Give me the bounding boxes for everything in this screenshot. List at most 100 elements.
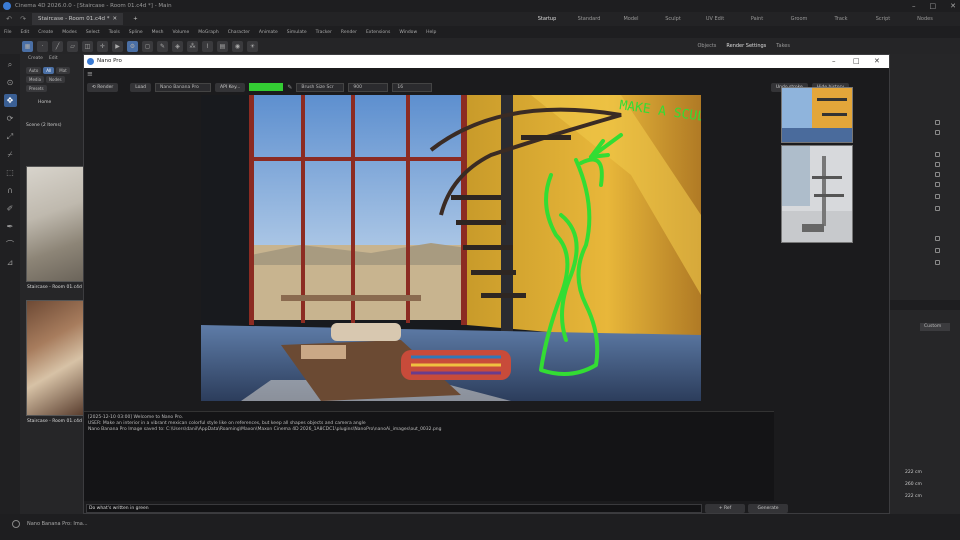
layout-nodes[interactable]: Nodes: [904, 12, 946, 26]
scene-thumbnail[interactable]: [26, 300, 84, 416]
render-button[interactable]: ⟲ Render: [87, 82, 119, 92]
rotate-icon[interactable]: ⟳: [4, 112, 17, 125]
home-link[interactable]: Home: [38, 100, 84, 105]
eyedropper-icon[interactable]: ✎: [287, 84, 292, 91]
api-key-button[interactable]: API Key...: [215, 82, 246, 92]
pen-icon[interactable]: ✎: [157, 40, 168, 52]
extrude-icon[interactable]: ⬚: [4, 166, 17, 179]
asset-create-menu[interactable]: Create: [28, 56, 43, 61]
history-thumbnail[interactable]: [781, 145, 853, 243]
close-button[interactable]: ✕: [950, 2, 956, 10]
menu-render[interactable]: Render: [341, 30, 357, 35]
tab-objects[interactable]: Objects: [698, 43, 717, 49]
render-option-checkbox[interactable]: [935, 182, 940, 187]
brush-size-input[interactable]: 900: [348, 82, 389, 92]
menu-mesh[interactable]: Mesh: [152, 30, 164, 35]
model-select[interactable]: Nano Banana Pro: [155, 82, 212, 92]
render-option-checkbox[interactable]: [935, 152, 940, 157]
cube-icon[interactable]: ◻: [142, 40, 153, 52]
menu-tracker[interactable]: Tracker: [316, 30, 332, 35]
layout-groom[interactable]: Groom: [778, 12, 820, 26]
aspect-input[interactable]: 16: [392, 82, 433, 92]
menu-extensions[interactable]: Extensions: [366, 30, 390, 35]
filter-presets[interactable]: Presets: [26, 85, 47, 92]
measure-icon[interactable]: ⊿: [4, 256, 17, 269]
tab-takes[interactable]: Takes: [776, 43, 790, 49]
filter-materials[interactable]: Mat: [56, 67, 70, 74]
spline-pen-icon[interactable]: ✒: [4, 220, 17, 233]
render-option-checkbox[interactable]: [935, 130, 940, 135]
edges-mode-icon[interactable]: ╱: [52, 40, 63, 52]
dimension-value[interactable]: 222 cm: [905, 470, 922, 475]
filter-nodes[interactable]: Nodes: [46, 76, 65, 83]
render-option-checkbox[interactable]: [935, 248, 940, 253]
dialog-maximize-button[interactable]: □: [853, 57, 860, 65]
hamburger-menu-icon[interactable]: ≡: [87, 70, 93, 78]
minimize-button[interactable]: –: [912, 2, 916, 10]
redo-icon[interactable]: ↷: [18, 14, 28, 24]
menu-create[interactable]: Create: [38, 30, 53, 35]
sculpt-icon[interactable]: ⌒: [4, 238, 17, 251]
light-icon[interactable]: ☀: [247, 40, 258, 52]
menu-simulate[interactable]: Simulate: [287, 30, 307, 35]
menu-file[interactable]: File: [4, 30, 12, 35]
layout-track[interactable]: Track: [820, 12, 862, 26]
menu-volume[interactable]: Volume: [173, 30, 190, 35]
dimension-value[interactable]: 260 cm: [905, 482, 922, 487]
search-icon[interactable]: ⌕: [4, 58, 17, 71]
model-mode-icon[interactable]: ▦: [22, 40, 33, 52]
layout-uv-edit[interactable]: UV Edit: [694, 12, 736, 26]
dialog-close-button[interactable]: ✕: [874, 57, 880, 65]
menu-character[interactable]: Character: [228, 30, 250, 35]
load-button[interactable]: Load: [130, 82, 152, 92]
generate-button[interactable]: Generate: [748, 504, 788, 513]
axis-mode-icon[interactable]: ✛: [97, 40, 108, 52]
filter-auto[interactable]: Auto: [26, 67, 42, 74]
layout-paint[interactable]: Paint: [736, 12, 778, 26]
undo-icon[interactable]: ↶: [4, 14, 14, 24]
render-option-checkbox[interactable]: [935, 172, 940, 177]
add-tab-button[interactable]: +: [127, 13, 144, 25]
camera-preset-select[interactable]: Custom: [920, 323, 950, 331]
document-tab[interactable]: Staircase - Room 01.c4d * ✕: [32, 13, 124, 25]
filter-media[interactable]: Media: [26, 76, 45, 83]
tab-close-icon[interactable]: ✕: [112, 16, 117, 22]
scene-icon[interactable]: ▤: [217, 40, 228, 52]
menu-edit[interactable]: Edit: [21, 30, 30, 35]
menu-select[interactable]: Select: [86, 30, 100, 35]
menu-animate[interactable]: Animate: [259, 30, 278, 35]
subdivide-icon[interactable]: ◈: [172, 40, 183, 52]
scene-thumbnail[interactable]: [26, 166, 84, 282]
dialog-minimize-button[interactable]: –: [832, 57, 836, 65]
brush-size-select[interactable]: Brush Size Scr: [296, 82, 345, 92]
camera-icon[interactable]: ◉: [232, 40, 243, 52]
cloner-icon[interactable]: ⁂: [187, 40, 198, 52]
asset-edit-menu[interactable]: Edit: [49, 56, 58, 61]
generated-image-canvas[interactable]: MAKE A SCULPTURE: [201, 95, 701, 401]
uv-mode-icon[interactable]: ◫: [82, 40, 93, 52]
menu-window[interactable]: Window: [399, 30, 417, 35]
render-option-checkbox[interactable]: [935, 260, 940, 265]
menu-spline[interactable]: Spline: [129, 30, 143, 35]
layout-script[interactable]: Script: [862, 12, 904, 26]
layout-sculpt[interactable]: Sculpt: [652, 12, 694, 26]
add-reference-button[interactable]: + Ref: [705, 504, 745, 513]
prompt-input[interactable]: Do what's written in green: [86, 504, 702, 513]
maximize-button[interactable]: □: [930, 2, 937, 10]
paint-brush-icon[interactable]: ✐: [4, 202, 17, 215]
render-option-checkbox[interactable]: [935, 194, 940, 199]
scale-icon[interactable]: ⤢: [4, 130, 17, 143]
layout-startup[interactable]: Startup: [526, 12, 568, 27]
filter-all[interactable]: All: [43, 67, 55, 74]
menu-mograph[interactable]: MoGraph: [198, 30, 218, 35]
render-option-checkbox[interactable]: [935, 162, 940, 167]
render-option-checkbox[interactable]: [935, 120, 940, 125]
live-selection-icon[interactable]: ⊙: [4, 76, 17, 89]
tab-render-settings[interactable]: Render Settings: [726, 43, 766, 49]
brush-color-swatch[interactable]: [249, 83, 284, 91]
deformer-icon[interactable]: ⌇: [202, 40, 213, 52]
layout-model[interactable]: Model: [610, 12, 652, 26]
render-settings-icon[interactable]: ⚙: [127, 40, 138, 52]
magnet-icon[interactable]: ∩: [4, 184, 17, 197]
render-view-icon[interactable]: ▶: [112, 40, 123, 52]
